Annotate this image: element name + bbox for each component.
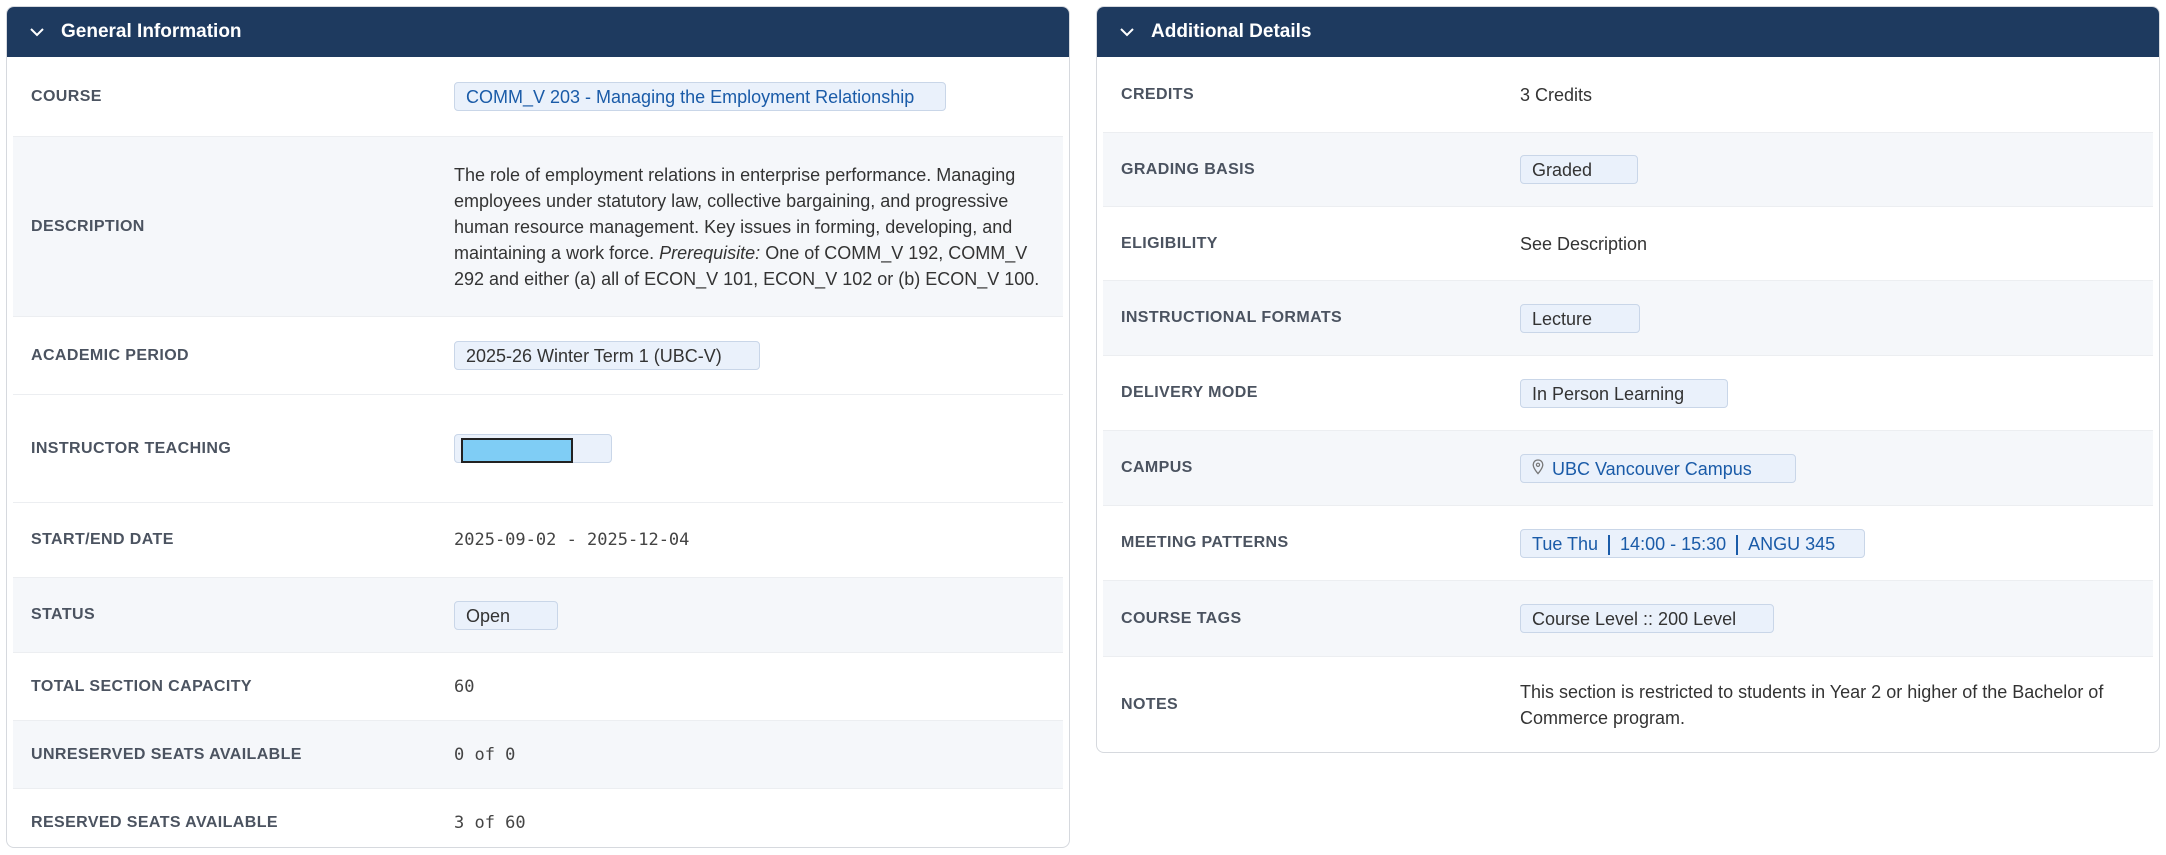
grading-label: GRADING BASIS — [1121, 160, 1256, 178]
delivery-chip: In Person Learning — [1520, 378, 1728, 408]
status-badge: Open — [454, 600, 558, 630]
campus-row: CAMPUS UBC Vancouver Campus — [1103, 431, 2153, 506]
campus-label: CAMPUS — [1121, 459, 1193, 476]
additional-details-panel: Additional Details CREDITS 3 Credits GRA… — [1096, 6, 2160, 753]
start-end-value: 2025-09-02 - 2025-12-04 — [454, 530, 690, 550]
eligibility-row: ELIGIBILITY See Description — [1103, 207, 2153, 281]
meeting-days: Tue Thu — [1532, 533, 1599, 554]
description-label: DESCRIPTION — [31, 217, 145, 235]
course-link[interactable]: COMM_V 203 - Managing the Employment Rel… — [454, 82, 946, 111]
tags-row: COURSE TAGS Course Level :: 200 Level — [1103, 581, 2153, 657]
general-information-panel: General Information COURSE COMM_V 203 - … — [6, 6, 1070, 848]
capacity-label: TOTAL SECTION CAPACITY — [31, 677, 252, 695]
description-row: DESCRIPTION The role of employment relat… — [13, 137, 1063, 317]
reserved-value: 3 of 60 — [454, 813, 526, 833]
meeting-time: 14:00 - 15:30 — [1620, 533, 1727, 554]
prerequisite-label: Prerequisite: — [659, 242, 761, 263]
notes-value: This section is restricted to students i… — [1520, 681, 2104, 728]
meeting-room: ANGU 345 — [1748, 533, 1836, 554]
credits-label: CREDITS — [1121, 85, 1195, 103]
academic-period-row: ACADEMIC PERIOD 2025-26 Winter Term 1 (U… — [13, 317, 1063, 395]
chevron-down-icon[interactable] — [27, 22, 47, 42]
chevron-down-icon[interactable] — [1117, 22, 1137, 42]
panel-title: General Information — [61, 21, 242, 42]
instructor-chip[interactable] — [454, 434, 612, 463]
additional-details-header[interactable]: Additional Details — [1097, 7, 2159, 57]
separator — [1608, 534, 1611, 555]
instructor-label: INSTRUCTOR TEACHING — [31, 439, 232, 457]
status-label: STATUS — [31, 606, 96, 623]
map-pin-icon — [1532, 455, 1544, 484]
formats-chip: Lecture — [1520, 303, 1640, 333]
reserved-label: RESERVED SEATS AVAILABLE — [31, 814, 278, 831]
campus-link[interactable]: UBC Vancouver Campus — [1520, 453, 1796, 484]
unreserved-value: 0 of 0 — [454, 744, 516, 765]
notes-label: NOTES — [1121, 695, 1179, 713]
unreserved-row: UNRESERVED SEATS AVAILABLE 0 of 0 — [13, 721, 1063, 789]
capacity-row: TOTAL SECTION CAPACITY 60 — [13, 653, 1063, 721]
academic-period-chip: 2025-26 Winter Term 1 (UBC-V) — [454, 341, 760, 370]
grading-row: GRADING BASIS Graded — [1103, 133, 2153, 207]
status-row: STATUS Open — [13, 578, 1063, 653]
start-end-label: START/END DATE — [31, 531, 174, 548]
description-text: The role of employment relations in ente… — [454, 162, 1054, 292]
panel-title: Additional Details — [1151, 21, 1312, 42]
academic-period-label: ACADEMIC PERIOD — [31, 346, 190, 364]
reserved-row: RESERVED SEATS AVAILABLE 3 of 60 — [13, 789, 1063, 847]
delivery-row: DELIVERY MODE In Person Learning — [1103, 356, 2153, 431]
grading-chip: Graded — [1520, 155, 1638, 184]
course-label: COURSE — [31, 87, 102, 105]
meeting-row: MEETING PATTERNS Tue Thu 14:00 - 15:30 ANG… — [1103, 506, 2153, 581]
separator — [1736, 534, 1739, 555]
tags-label: COURSE TAGS — [1121, 609, 1242, 627]
eligibility-label: ELIGIBILITY — [1121, 234, 1218, 252]
general-information-header[interactable]: General Information — [7, 7, 1069, 57]
meeting-pattern-chip[interactable]: Tue Thu 14:00 - 15:30 ANGU 345 — [1520, 528, 1865, 558]
formats-row: INSTRUCTIONAL FORMATS Lecture — [1103, 281, 2153, 356]
campus-value: UBC Vancouver Campus — [1552, 458, 1752, 479]
course-row: COURSE COMM_V 203 - Managing the Employm… — [13, 57, 1063, 137]
delivery-label: DELIVERY MODE — [1121, 384, 1258, 401]
start-end-row: START/END DATE 2025-09-02 - 2025-12-04 — [13, 503, 1063, 578]
capacity-value: 60 — [454, 676, 475, 697]
credits-value: 3 Credits — [1520, 84, 1593, 105]
redacted-instructor-name — [461, 437, 573, 463]
instructor-row: INSTRUCTOR TEACHING — [13, 395, 1063, 503]
notes-row: NOTES This section is restricted to stud… — [1103, 657, 2153, 752]
formats-label: INSTRUCTIONAL FORMATS — [1121, 309, 1343, 326]
course-tag-chip: Course Level :: 200 Level — [1520, 604, 1774, 633]
credits-row: CREDITS 3 Credits — [1103, 57, 2153, 133]
meeting-label: MEETING PATTERNS — [1121, 534, 1289, 551]
unreserved-label: UNRESERVED SEATS AVAILABLE — [31, 745, 302, 763]
eligibility-value: See Description — [1520, 233, 1648, 254]
